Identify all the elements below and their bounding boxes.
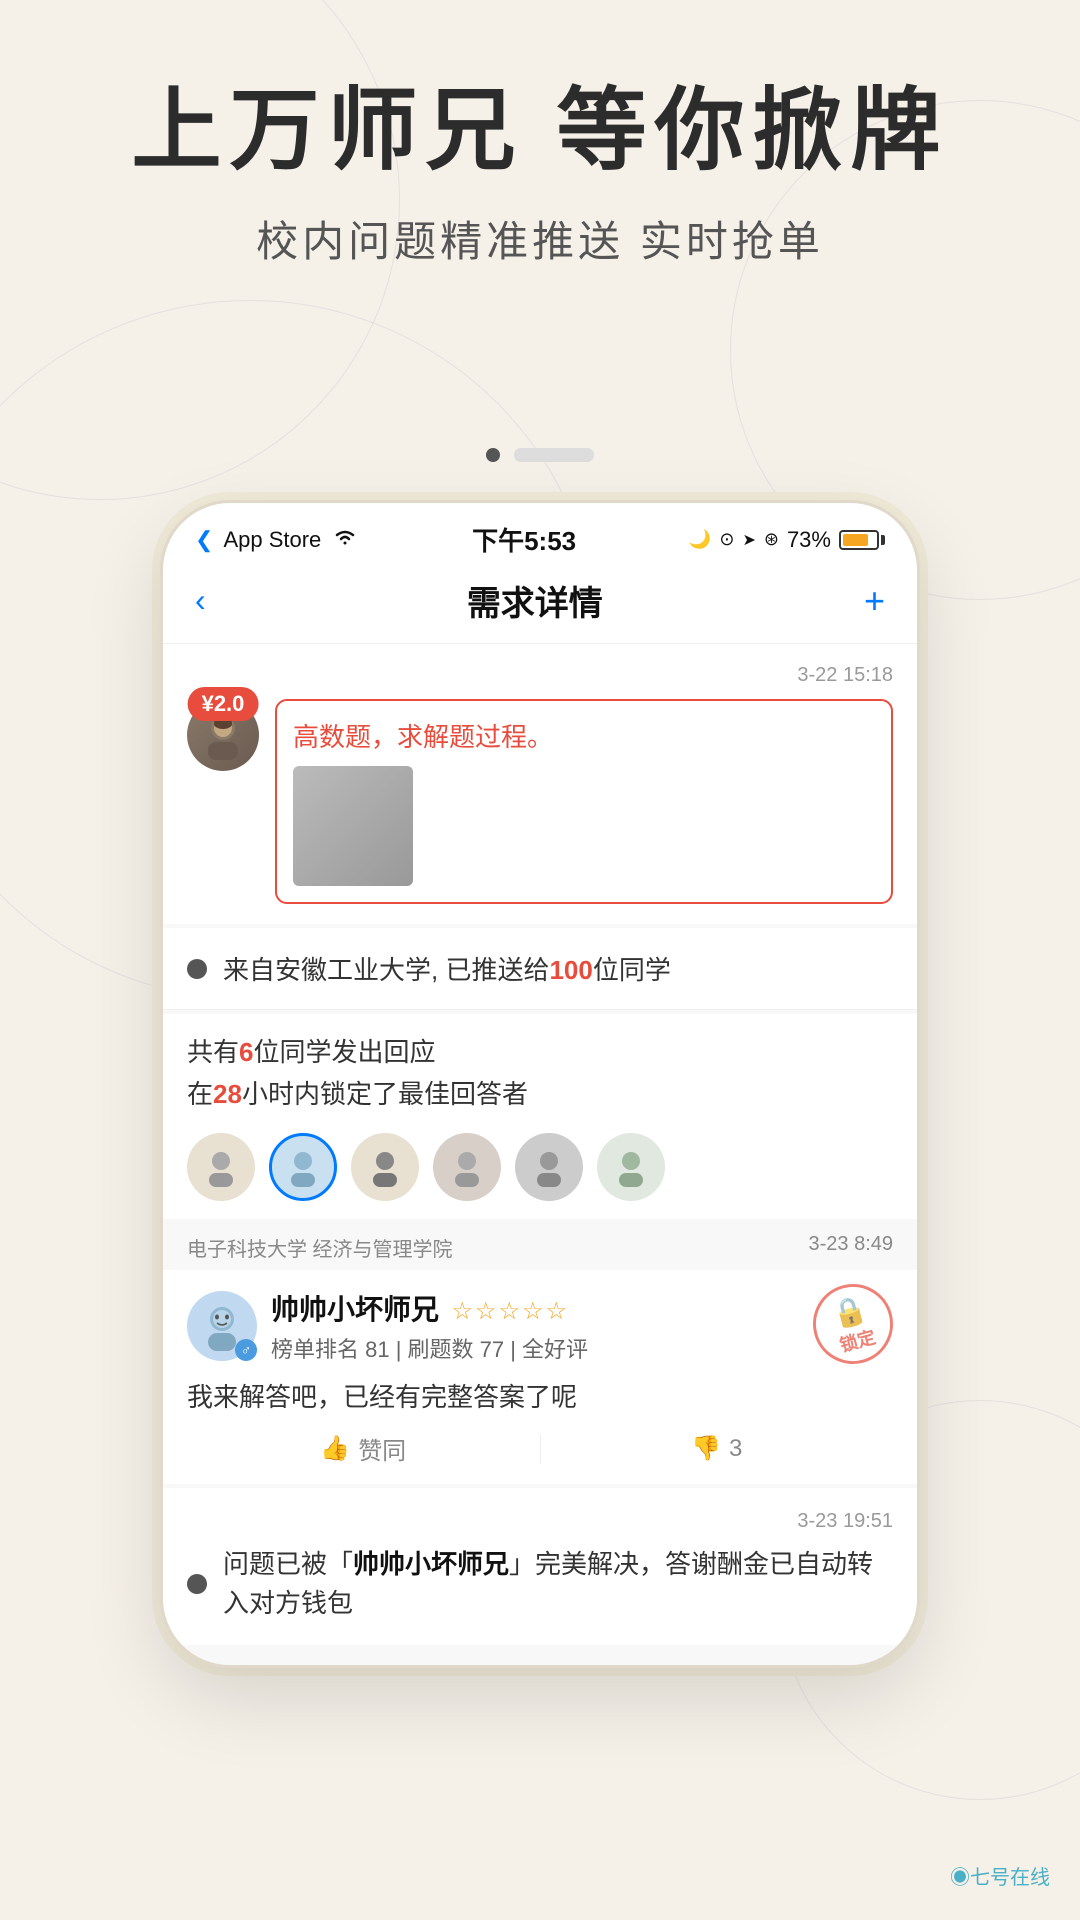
battery-icon bbox=[839, 530, 885, 550]
watermark: ◉七号在线 bbox=[950, 1861, 1050, 1890]
responder-avatars bbox=[187, 1133, 893, 1201]
question-text: 高数题，求解题过程。 bbox=[293, 717, 875, 754]
like-icon: 👍 bbox=[320, 1434, 350, 1463]
moon-icon: 🌙 bbox=[689, 529, 711, 550]
resolved-item: 3-23 19:51 问题已被「帅帅小坏师兄」完美解决，答谢酬金已自动转入对方钱… bbox=[163, 1488, 917, 1645]
plus-button[interactable]: + bbox=[864, 580, 885, 622]
nav-bar: ‹ 需求详情 + bbox=[163, 566, 917, 644]
question-timestamp: 3-22 15:18 bbox=[187, 664, 893, 687]
answer-timestamp: 3-23 8:49 bbox=[808, 1233, 893, 1262]
answer-header: ♂ 帅帅小坏师兄 ☆☆☆☆☆ 榜单排名 81 | 刷题数 77 | 全好评 🔒 … bbox=[187, 1288, 893, 1364]
content-area: 3-22 15:18 bbox=[163, 644, 917, 1665]
answer-card: ♂ 帅帅小坏师兄 ☆☆☆☆☆ 榜单排名 81 | 刷题数 77 | 全好评 🔒 … bbox=[163, 1270, 917, 1484]
answerer-avatar: ♂ bbox=[187, 1291, 257, 1361]
status-right: 🌙 ⊙ ➤ ⊛ 73% bbox=[689, 527, 885, 553]
resp-avatar-3 bbox=[351, 1133, 419, 1201]
app-store-label: App Store bbox=[223, 527, 321, 553]
page-title: 需求详情 bbox=[467, 576, 603, 625]
resolved-timestamp: 3-23 19:51 bbox=[187, 1510, 893, 1533]
answer-content: 我来解答吧，已经有完整答案了呢 bbox=[187, 1378, 893, 1417]
responders-line2: 在28小时内锁定了最佳回答者 bbox=[187, 1074, 893, 1116]
responders-line1: 共有6位同学发出回应 bbox=[187, 1032, 893, 1074]
dislike-button[interactable]: 👎 3 bbox=[541, 1434, 894, 1463]
back-button[interactable]: ‹ bbox=[195, 582, 206, 619]
status-bar: ❮ App Store 下午5:53 🌙 ⊙ ➤ ⊛ 73% bbox=[163, 503, 917, 566]
resolved-dot bbox=[187, 1574, 207, 1594]
location-icon: ➤ bbox=[742, 530, 755, 550]
answer-stats: 榜单排名 81 | 刷题数 77 | 全好评 bbox=[271, 1332, 893, 1364]
info-text-1: 来自安徽工业大学, 已推送给100位同学 bbox=[223, 950, 671, 987]
like-button[interactable]: 👍 赞同 bbox=[187, 1431, 540, 1466]
resp-avatar-6 bbox=[597, 1133, 665, 1201]
question-card: 3-22 15:18 bbox=[163, 644, 917, 924]
resolved-text: 问题已被「帅帅小坏师兄」完美解决，答谢酬金已自动转入对方钱包 bbox=[223, 1545, 893, 1623]
alert-icon: ⊛ bbox=[764, 529, 779, 550]
answer-stars: ☆☆☆☆☆ bbox=[451, 1298, 569, 1325]
wifi-icon bbox=[331, 527, 359, 553]
question-avatar-wrap: ¥2.0 bbox=[187, 699, 259, 771]
question-image bbox=[293, 766, 413, 886]
responders-section: 共有6位同学发出回应 在28小时内锁定了最佳回答者 bbox=[163, 1014, 917, 1219]
phone-frame: ❮ App Store 下午5:53 🌙 ⊙ ➤ ⊛ 73% bbox=[160, 500, 920, 1668]
pagination-dots bbox=[0, 448, 1080, 462]
gender-badge: ♂ bbox=[235, 1339, 257, 1361]
battery-percent: 73% bbox=[787, 527, 831, 553]
price-badge: ¥2.0 bbox=[188, 687, 259, 721]
resp-avatar-2[interactable] bbox=[269, 1133, 337, 1201]
answer-name-row: 帅帅小坏师兄 ☆☆☆☆☆ 榜单排名 81 | 刷题数 77 | 全好评 bbox=[271, 1288, 893, 1364]
hero-title: 上万师兄 等你掀牌 bbox=[0, 80, 1080, 184]
answerer-name: 帅帅小坏师兄 bbox=[271, 1294, 439, 1325]
question-bubble: 高数题，求解题过程。 bbox=[275, 699, 893, 904]
phone-mockup: ❮ App Store 下午5:53 🌙 ⊙ ➤ ⊛ 73% bbox=[160, 500, 920, 1668]
answer-actions: 👍 赞同 👎 3 bbox=[187, 1431, 893, 1466]
status-time: 下午5:53 bbox=[472, 521, 576, 558]
dislike-count: 3 bbox=[729, 1435, 742, 1463]
like-label: 赞同 bbox=[358, 1431, 406, 1466]
university-label: 电子科技大学 经济与管理学院 3-23 8:49 bbox=[163, 1219, 917, 1268]
resolved-row: 问题已被「帅帅小坏师兄」完美解决，答谢酬金已自动转入对方钱包 bbox=[187, 1545, 893, 1623]
lock-icon: ⊙ bbox=[719, 529, 734, 550]
timeline-dot-1 bbox=[187, 959, 207, 979]
resp-avatar-4 bbox=[433, 1133, 501, 1201]
dot-active[interactable] bbox=[486, 448, 500, 462]
school-name: 电子科技大学 经济与管理学院 bbox=[187, 1233, 453, 1262]
info-item-1: 来自安徽工业大学, 已推送给100位同学 bbox=[163, 928, 917, 1010]
hero-subtitle: 校内问题精准推送 实时抢单 bbox=[0, 208, 1080, 269]
hero-section: 上万师兄 等你掀牌 校内问题精准推送 实时抢单 bbox=[0, 80, 1080, 269]
dot-bar bbox=[514, 448, 594, 462]
resp-avatar-5 bbox=[515, 1133, 583, 1201]
resp-avatar-1 bbox=[187, 1133, 255, 1201]
back-chevron-icon: ❮ bbox=[195, 527, 213, 553]
dislike-icon: 👎 bbox=[691, 1434, 721, 1463]
status-left: ❮ App Store bbox=[195, 527, 359, 553]
